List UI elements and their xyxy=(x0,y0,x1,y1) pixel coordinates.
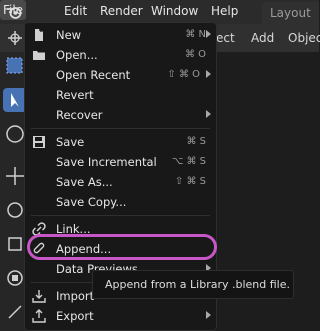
menu-item-save-as[interactable]: Save As... ⇧ ⌘ S xyxy=(25,172,216,192)
menu-edit[interactable]: Edit xyxy=(64,4,87,18)
submenu-arrow-icon xyxy=(206,30,211,38)
menu-separator xyxy=(31,128,210,129)
shortcut-label: ⌘ N xyxy=(185,29,206,40)
export-icon xyxy=(32,309,46,323)
menu-separator xyxy=(31,215,210,216)
editor-type-icon[interactable] xyxy=(6,29,24,47)
blender-logo-icon[interactable] xyxy=(6,4,22,20)
menu-item-label: Open Recent xyxy=(56,68,131,82)
menu-item-label: Recover xyxy=(56,108,103,122)
menu-window[interactable]: Window xyxy=(151,4,198,18)
new-file-icon xyxy=(35,28,43,41)
shortcut-label: ⇧ ⌘ O xyxy=(167,69,200,80)
menu-item-label: Save As... xyxy=(56,175,113,189)
menu-item-label: New xyxy=(56,28,82,42)
menu-item-revert[interactable]: Revert xyxy=(25,85,216,105)
menu-item-new[interactable]: New ⌘ N xyxy=(25,25,216,45)
menu-item-save-incremental[interactable]: Save Incremental ⌥ ⌘ S xyxy=(25,152,216,172)
menu-item-save-copy[interactable]: Save Copy... xyxy=(25,192,216,212)
top-menubar: File Edit Render Window Help Layout xyxy=(0,0,319,24)
menu-item-label: Import xyxy=(56,289,95,303)
submenu-arrow-icon xyxy=(206,110,211,118)
shortcut-label: ⌘ S xyxy=(186,136,206,147)
menu-item-label: Export xyxy=(56,309,94,323)
menu-item-label: Save Copy... xyxy=(56,195,127,209)
submenu-arrow-icon xyxy=(206,70,211,78)
menu-item-label: Save xyxy=(56,135,85,149)
menu-item-label: Revert xyxy=(56,88,94,102)
import-icon xyxy=(32,290,46,303)
shortcut-label: ⌘ O xyxy=(184,49,206,60)
folder-icon xyxy=(33,51,45,60)
menu-render[interactable]: Render xyxy=(100,4,143,18)
menu-item-recover[interactable]: Recover xyxy=(25,105,216,125)
workspace-tab-layout[interactable]: Layout xyxy=(262,2,319,24)
menu-item-label: Save Incremental xyxy=(56,155,157,169)
header-add-menu[interactable]: Add xyxy=(251,31,274,45)
menu-help[interactable]: Help xyxy=(211,4,238,18)
submenu-arrow-icon xyxy=(206,311,211,319)
menu-item-save[interactable]: Save ⌘ S xyxy=(25,132,216,152)
menu-item-open-recent[interactable]: Open Recent ⇧ ⌘ O xyxy=(25,65,216,85)
save-icon xyxy=(33,136,45,148)
menu-item-label: Open... xyxy=(56,48,98,62)
menu-item-open[interactable]: Open... ⌘ O xyxy=(25,45,216,65)
shortcut-label: ⌥ ⌘ S xyxy=(171,156,206,167)
shortcut-label: ⇧ ⌘ S xyxy=(174,176,206,187)
append-tooltip: Append from a Library .blend file. xyxy=(92,270,294,299)
menu-item-export[interactable]: Export xyxy=(25,306,216,326)
append-highlight-outline xyxy=(27,234,217,260)
header-select-menu[interactable]: ect xyxy=(216,31,235,45)
header-object-menu[interactable]: Object xyxy=(288,31,320,45)
